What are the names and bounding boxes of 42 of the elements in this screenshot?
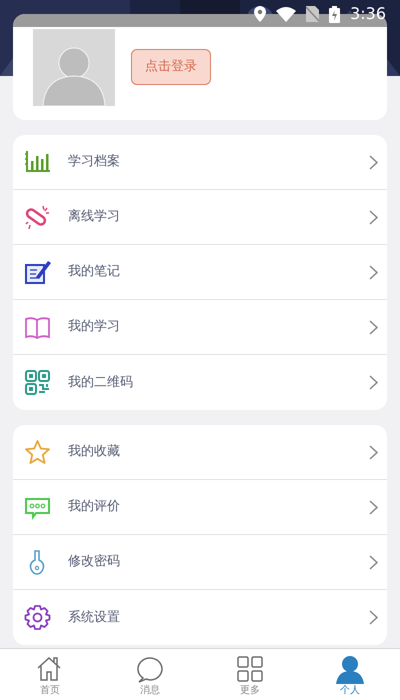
menu-label: 我的评价 <box>68 498 121 516</box>
chevron-icon <box>369 320 378 334</box>
person-icon <box>335 654 365 684</box>
note-pencil-icon <box>24 258 51 286</box>
star-icon <box>24 438 51 466</box>
menu-item[interactable]: 学习档案 <box>13 135 387 190</box>
menu-label: 我的学习 <box>68 318 121 336</box>
menu-label: 学习档案 <box>68 153 121 172</box>
no-sim-icon <box>306 6 320 22</box>
menu-label: 系统设置 <box>68 608 121 627</box>
avatar-icon <box>33 29 115 106</box>
settings-icon <box>24 604 51 631</box>
tab-bar-item[interactable]: 个人 <box>300 649 400 700</box>
menu-label: 修改密码 <box>68 553 121 572</box>
wifi-icon <box>276 6 296 22</box>
chevron-icon <box>369 375 378 390</box>
tab-bar-item[interactable]: 消息 <box>100 649 200 700</box>
chevron-icon <box>369 444 378 460</box>
tab-bar-item[interactable]: 首页 <box>0 649 100 700</box>
menu-item[interactable]: 离线学习 <box>13 190 387 245</box>
chevron-icon <box>369 554 378 570</box>
menu-label: 我的收藏 <box>68 443 121 462</box>
menu-label: 我的笔记 <box>68 263 121 282</box>
menu-item[interactable]: 我的收藏 <box>13 425 387 480</box>
grid-icon <box>235 654 265 684</box>
chevron-icon <box>369 500 378 514</box>
menu-item[interactable]: 系统设置 <box>13 590 387 645</box>
chevron-icon <box>369 264 378 280</box>
chevron-icon <box>369 154 378 170</box>
menu-item[interactable]: 修改密码 <box>13 535 387 590</box>
link-icon <box>24 204 51 230</box>
chevron-icon <box>369 210 378 224</box>
battery-icon <box>329 6 340 22</box>
tab-bar-item[interactable]: 更多 <box>200 649 300 700</box>
qr-code-icon <box>24 369 51 396</box>
chevron-icon <box>369 610 378 625</box>
menu-label: 我的二维码 <box>68 374 134 392</box>
menu-item[interactable]: 我的学习 <box>13 300 387 355</box>
menu-item[interactable]: 我的笔记 <box>13 245 387 300</box>
menu-item[interactable]: 我的二维码 <box>13 355 387 410</box>
menu-label: 离线学习 <box>68 208 121 226</box>
menu-item[interactable]: 我的评价 <box>13 480 387 535</box>
